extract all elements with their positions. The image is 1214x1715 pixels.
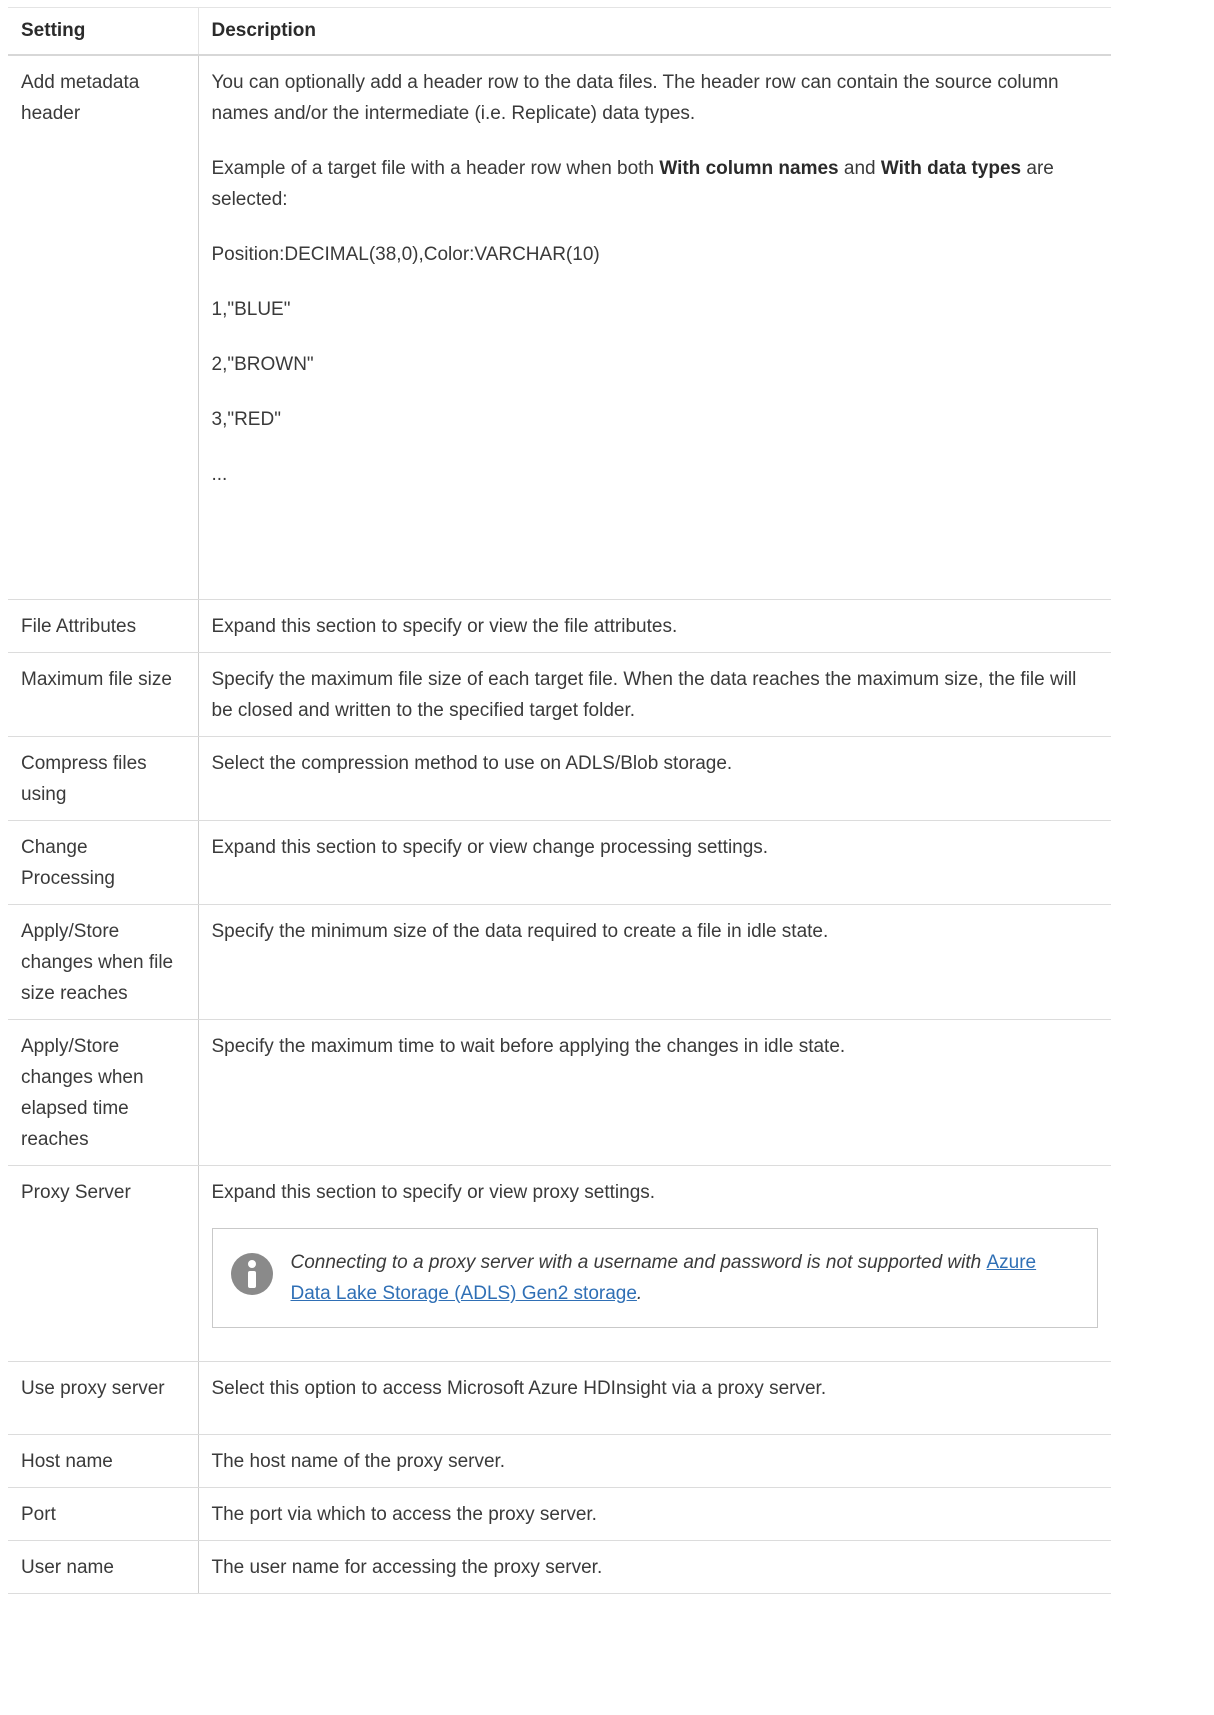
example-line: 1,"BLUE" bbox=[211, 298, 291, 320]
setting-cell: Change Processing bbox=[8, 820, 199, 905]
table-row: Port The port via which to access the pr… bbox=[8, 1487, 1111, 1541]
setting-cell: User name bbox=[8, 1540, 199, 1594]
description-cell: Expand this section to specify or view c… bbox=[198, 820, 1111, 905]
setting-cell: Use proxy server bbox=[8, 1361, 199, 1435]
table-row: Maximum file size Specify the maximum fi… bbox=[8, 652, 1111, 737]
description-cell: Specify the maximum file size of each ta… bbox=[198, 652, 1111, 737]
description-cell: Expand this section to specify or view p… bbox=[198, 1165, 1111, 1362]
setting-cell: Host name bbox=[8, 1434, 199, 1488]
table-row: Host name The host name of the proxy ser… bbox=[8, 1434, 1111, 1488]
example-line: 2,"BROWN" bbox=[211, 353, 314, 375]
description-cell: The user name for accessing the proxy se… bbox=[198, 1540, 1111, 1594]
description-cell: Specify the minimum size of the data req… bbox=[198, 904, 1111, 1020]
bold-text: With data types bbox=[880, 157, 1022, 179]
description-cell: Select this option to access Microsoft A… bbox=[198, 1361, 1111, 1435]
description-cell: Specify the maximum time to wait before … bbox=[198, 1019, 1111, 1166]
description-cell: Select the compression method to use on … bbox=[198, 736, 1111, 821]
note-box: Connecting to a proxy server with a user… bbox=[211, 1228, 1098, 1328]
setting-cell: File Attributes bbox=[8, 599, 199, 653]
setting-cell: Compress files using bbox=[8, 736, 199, 821]
setting-cell: Proxy Server bbox=[8, 1165, 199, 1362]
text-span: Connecting to a proxy server with a user… bbox=[290, 1252, 987, 1273]
setting-cell: Add metadata header bbox=[8, 54, 199, 600]
column-header-description: Description bbox=[198, 7, 1111, 56]
settings-table: Setting Description Add metadata header … bbox=[8, 7, 1111, 1594]
table-row: Apply/Store changes when elapsed time re… bbox=[8, 1019, 1111, 1166]
description-text: Expand this section to specify or view p… bbox=[211, 1182, 656, 1203]
table-header-row: Setting Description bbox=[8, 7, 1111, 56]
table-row: Compress files using Select the compress… bbox=[8, 736, 1111, 821]
column-header-setting: Setting bbox=[8, 7, 199, 56]
table-row: Use proxy server Select this option to a… bbox=[8, 1361, 1111, 1435]
example-ellipsis: ... bbox=[211, 463, 228, 485]
info-icon bbox=[230, 1253, 273, 1295]
bold-text: With column names bbox=[659, 157, 839, 179]
text-span: Example of a target file with a header r… bbox=[211, 157, 660, 179]
description-cell: Expand this section to specify or view t… bbox=[198, 599, 1111, 653]
table-row: User name The user name for accessing th… bbox=[8, 1540, 1111, 1594]
description-cell: You can optionally add a header row to t… bbox=[198, 54, 1111, 600]
table-row: File Attributes Expand this section to s… bbox=[8, 599, 1111, 653]
table-row: Proxy Server Expand this section to spec… bbox=[8, 1165, 1111, 1362]
setting-cell: Apply/Store changes when elapsed time re… bbox=[8, 1019, 199, 1166]
setting-cell: Port bbox=[8, 1487, 199, 1541]
setting-cell: Apply/Store changes when file size reach… bbox=[8, 904, 199, 1020]
example-line: 3,"RED" bbox=[211, 408, 281, 430]
example-line: Position:DECIMAL(38,0),Color:VARCHAR(10) bbox=[211, 243, 600, 265]
description-cell: The host name of the proxy server. bbox=[198, 1434, 1111, 1488]
description-paragraph: Example of a target file with a header r… bbox=[212, 153, 1099, 215]
setting-cell: Maximum file size bbox=[8, 652, 199, 737]
description-cell: The port via which to access the proxy s… bbox=[198, 1487, 1111, 1541]
text-span: and bbox=[838, 157, 881, 179]
table-row: Add metadata header You can optionally a… bbox=[8, 54, 1111, 600]
table-row: Change Processing Expand this section to… bbox=[8, 820, 1111, 905]
text-span: . bbox=[636, 1283, 643, 1304]
description-paragraph: You can optionally add a header row to t… bbox=[211, 71, 1059, 124]
table-row: Apply/Store changes when file size reach… bbox=[8, 904, 1111, 1020]
note-text: Connecting to a proxy server with a user… bbox=[291, 1247, 1080, 1309]
